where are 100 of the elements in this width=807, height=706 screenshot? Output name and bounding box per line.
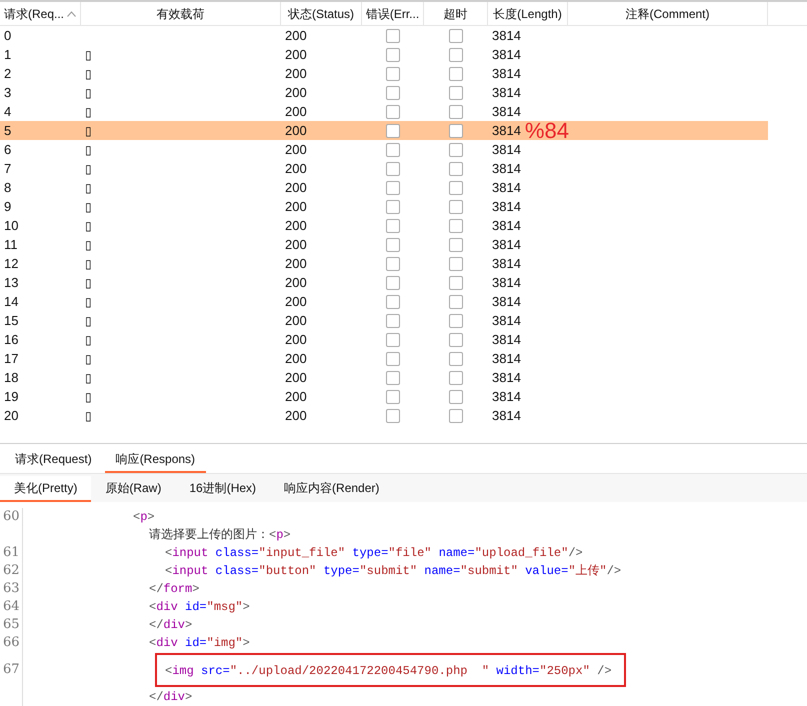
checkbox[interactable] [386, 48, 400, 62]
table-cell-text: 200 [284, 140, 308, 159]
table-cell-text: 11 [3, 236, 18, 254]
checkbox[interactable] [386, 332, 400, 346]
column-header[interactable]: 有效载荷 [81, 2, 281, 25]
checkbox[interactable] [449, 390, 463, 404]
checkbox[interactable] [449, 104, 463, 118]
table-cell: ▯ [85, 370, 92, 384]
table-cell-text: 18 [3, 368, 20, 387]
checkbox[interactable] [386, 352, 400, 366]
table-cell-text: 3814 [492, 406, 521, 425]
checkbox[interactable] [386, 370, 400, 384]
table-cell-text: 3814 [492, 198, 521, 216]
tab[interactable]: 请求(Request) [4, 447, 103, 473]
table-cell-text: 15 [3, 312, 20, 330]
table-cell-text: 1 [3, 46, 12, 64]
checkbox[interactable] [386, 86, 400, 100]
checkbox[interactable] [386, 294, 400, 308]
table-cell: ▯ [85, 104, 92, 118]
checkbox[interactable] [449, 86, 463, 100]
column-header[interactable]: 请求(Req... [0, 2, 81, 25]
column-header[interactable]: 错误(Err... [362, 2, 424, 25]
table-cell-text: 3814 [492, 274, 521, 292]
checkbox[interactable] [386, 408, 400, 422]
checkbox[interactable] [449, 180, 463, 194]
table-cell-text: 3814 [492, 254, 521, 273]
checkbox[interactable] [386, 314, 400, 328]
checkbox[interactable] [449, 370, 463, 384]
checkbox[interactable] [449, 238, 463, 252]
table-cell-text: 3814 [492, 84, 521, 102]
table-cell-text: 19 [3, 388, 20, 406]
checkbox[interactable] [386, 218, 400, 232]
line-number: 65 [3, 616, 21, 634]
code-line: <input class="input_file" type="file" name="upload_file"/> [165, 545, 583, 562]
checkbox[interactable] [449, 218, 463, 232]
column-header[interactable]: 注释(Comment) [568, 2, 768, 25]
table-cell-text: 3814 [492, 140, 521, 159]
table-cell-text: 5 [3, 122, 12, 140]
line-number: 67 [3, 661, 21, 679]
table-cell-text: 3814 [492, 330, 521, 349]
table-cell-text: 2 [3, 64, 12, 83]
checkbox[interactable] [449, 142, 463, 156]
checkbox[interactable] [386, 66, 400, 80]
tab[interactable]: 响应内容(Render) [270, 476, 394, 502]
table-cell: ▯ [85, 276, 92, 290]
checkbox[interactable] [449, 28, 463, 42]
column-header[interactable]: 状态(Status) [281, 2, 362, 25]
checkbox[interactable] [386, 180, 400, 194]
code-line: 请选择要上传的图片：<p> [149, 527, 291, 544]
table-cell: ▯ [85, 256, 92, 270]
checkbox[interactable] [449, 294, 463, 308]
table-cell-text: 14 [3, 292, 20, 311]
checkbox[interactable] [386, 104, 400, 118]
checkbox[interactable] [449, 256, 463, 270]
checkbox[interactable] [386, 276, 400, 290]
checkbox[interactable] [449, 352, 463, 366]
column-header[interactable]: 长度(Length) [488, 2, 568, 25]
checkbox[interactable] [449, 66, 463, 80]
checkbox[interactable] [449, 408, 463, 422]
table-cell-text: 3814 [492, 46, 521, 64]
table-cell: ▯ [85, 48, 92, 62]
table-cell-text: 9 [3, 198, 12, 216]
line-number: 62 [3, 562, 21, 580]
checkbox[interactable] [449, 200, 463, 214]
checkbox[interactable] [449, 124, 463, 138]
checkbox[interactable] [449, 276, 463, 290]
code-line: <div id="img"> [149, 635, 250, 652]
table-cell-text: 200 [284, 26, 308, 45]
tab[interactable]: 原始(Raw) [91, 476, 176, 502]
table-cell: ▯ [85, 86, 92, 100]
table-cell: ▯ [85, 352, 92, 366]
table-cell: ▯ [85, 66, 92, 80]
column-header[interactable]: 超时 [424, 2, 488, 25]
checkbox[interactable] [386, 390, 400, 404]
table-cell-text: 200 [284, 388, 308, 406]
table-cell-text: 6 [3, 140, 12, 159]
checkbox[interactable] [386, 238, 400, 252]
checkbox[interactable] [386, 200, 400, 214]
checkbox[interactable] [449, 332, 463, 346]
table-row[interactable]: 5 ▯ 200 3814 %84 [0, 121, 768, 140]
checkbox[interactable] [386, 124, 400, 138]
checkbox[interactable] [449, 48, 463, 62]
line-number: 60 [3, 508, 21, 526]
table-cell-text: 16 [3, 330, 20, 349]
table-cell-text: 200 [284, 368, 308, 387]
table-cell-text: 3814 [492, 292, 521, 311]
table-cell-text: 200 [284, 236, 308, 254]
table-cell-text: 8 [3, 178, 12, 197]
tab[interactable]: 16进制(Hex) [175, 476, 270, 502]
table-cell-text: 200 [284, 406, 308, 425]
checkbox[interactable] [386, 256, 400, 270]
checkbox[interactable] [386, 142, 400, 156]
table-cell-text: 200 [284, 46, 308, 64]
table-cell: ▯ [85, 124, 92, 138]
checkbox[interactable] [449, 314, 463, 328]
checkbox[interactable] [386, 28, 400, 42]
tab[interactable]: 美化(Pretty) [0, 476, 92, 502]
checkbox[interactable] [386, 162, 400, 176]
checkbox[interactable] [449, 162, 463, 176]
table-cell-text: 200 [284, 254, 308, 273]
